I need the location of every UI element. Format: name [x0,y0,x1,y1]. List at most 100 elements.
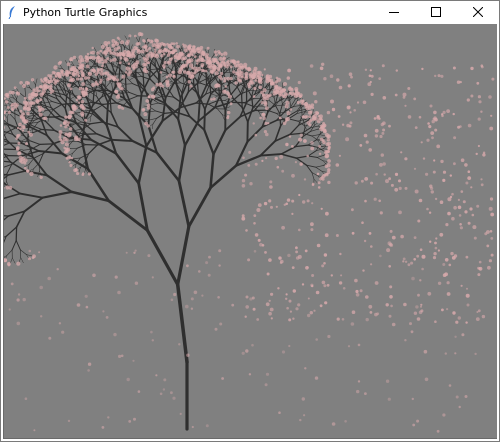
blossom-petal [388,177,391,181]
blossom-petal [207,273,211,277]
blossom-petal [432,170,436,174]
blossom-petal [317,181,321,185]
blossom-petal [172,70,176,74]
blossom-petal [455,320,459,324]
blossom-petal [489,197,494,201]
blossom-petal [359,289,363,293]
tree-branch [35,78,38,86]
title-bar[interactable]: Python Turtle Graphics [1,1,499,23]
blossom-petal [379,134,383,139]
blossom-petal [183,48,188,53]
blossom-petal [430,186,434,190]
blossom-petal [128,420,132,423]
blossom-petal [66,62,71,67]
blossom-petal [87,172,91,176]
blossom-petal [247,84,251,89]
blossom-petal [349,121,353,125]
blossom-petal [380,153,384,157]
blossom-petal [76,171,80,176]
blossom-petal [323,128,327,132]
window-controls [373,1,499,23]
blossom-petal [295,250,298,254]
blossom-petal [16,135,20,138]
blossom-petal [107,46,112,51]
blossom-petal [71,71,76,76]
blossom-petal [155,374,158,377]
close-button[interactable] [457,1,499,23]
tree-branch [127,78,134,85]
blossom-tree-drawing [3,32,495,433]
blossom-petal [323,77,327,81]
blossom-petal [268,258,272,262]
blossom-petal [299,162,303,166]
blossom-petal [127,62,131,65]
blossom-petal [326,134,330,139]
blossom-petal [49,76,53,80]
blossom-petal [15,91,19,95]
blossom-petal [489,126,494,131]
tree-branch [145,228,180,287]
tree-branch [29,121,39,124]
blossom-petal [354,181,358,185]
tree-branch [83,133,98,135]
blossom-petal [84,294,88,298]
blossom-petal [144,121,149,126]
tree-branch [19,249,27,255]
blossom-petal [114,275,118,279]
blossom-petal [224,85,228,88]
minimize-button[interactable] [373,1,415,23]
blossom-petal [287,253,291,258]
blossom-petal [226,62,231,67]
blossom-petal [244,173,248,177]
blossom-petal [354,278,358,283]
maximize-button[interactable] [415,1,457,23]
blossom-petal [40,78,43,81]
blossom-petal [319,304,323,308]
blossom-petal [301,283,305,286]
blossom-petal [219,322,223,326]
blossom-petal [480,64,484,67]
blossom-petal [173,292,177,297]
blossom-petal [486,230,490,234]
blossom-petal [84,55,88,58]
blossom-petal [7,263,11,267]
blossom-petal [150,330,153,334]
blossom-petal [227,94,232,99]
blossom-petal [240,71,244,75]
blossom-petal [106,77,110,81]
blossom-petal [245,305,249,309]
blossom-petal [257,238,261,242]
blossom-petal [314,100,318,104]
blossom-petal [251,81,255,85]
blossom-petal [447,211,451,216]
blossom-petal [318,145,321,148]
blossom-petal [68,161,71,164]
blossom-petal [416,254,420,258]
blossom-petal [214,71,219,76]
tree-branch [30,143,41,150]
tree-branch [293,105,301,107]
blossom-petal [120,40,125,45]
blossom-petal [315,290,320,295]
turtle-canvas[interactable] [3,24,497,439]
blossom-petal [298,228,301,232]
blossom-petal [295,307,299,311]
blossom-petal [71,105,76,110]
blossom-petal [43,84,46,87]
blossom-petal [22,83,27,89]
blossom-petal [444,272,448,277]
blossom-petal [478,100,482,104]
blossom-petal [125,71,128,74]
blossom-petal [222,89,227,94]
blossom-petal [270,205,273,209]
blossom-petal [327,159,331,163]
blossom-petal [476,311,479,313]
feather-icon[interactable] [4,4,20,20]
blossom-petal [190,307,194,310]
blossom-petal [23,106,26,110]
blossom-petal [404,186,408,190]
blossom-petal [362,100,367,105]
blossom-petal [460,190,464,193]
blossom-petal [248,373,252,376]
blossom-petal [490,212,495,217]
